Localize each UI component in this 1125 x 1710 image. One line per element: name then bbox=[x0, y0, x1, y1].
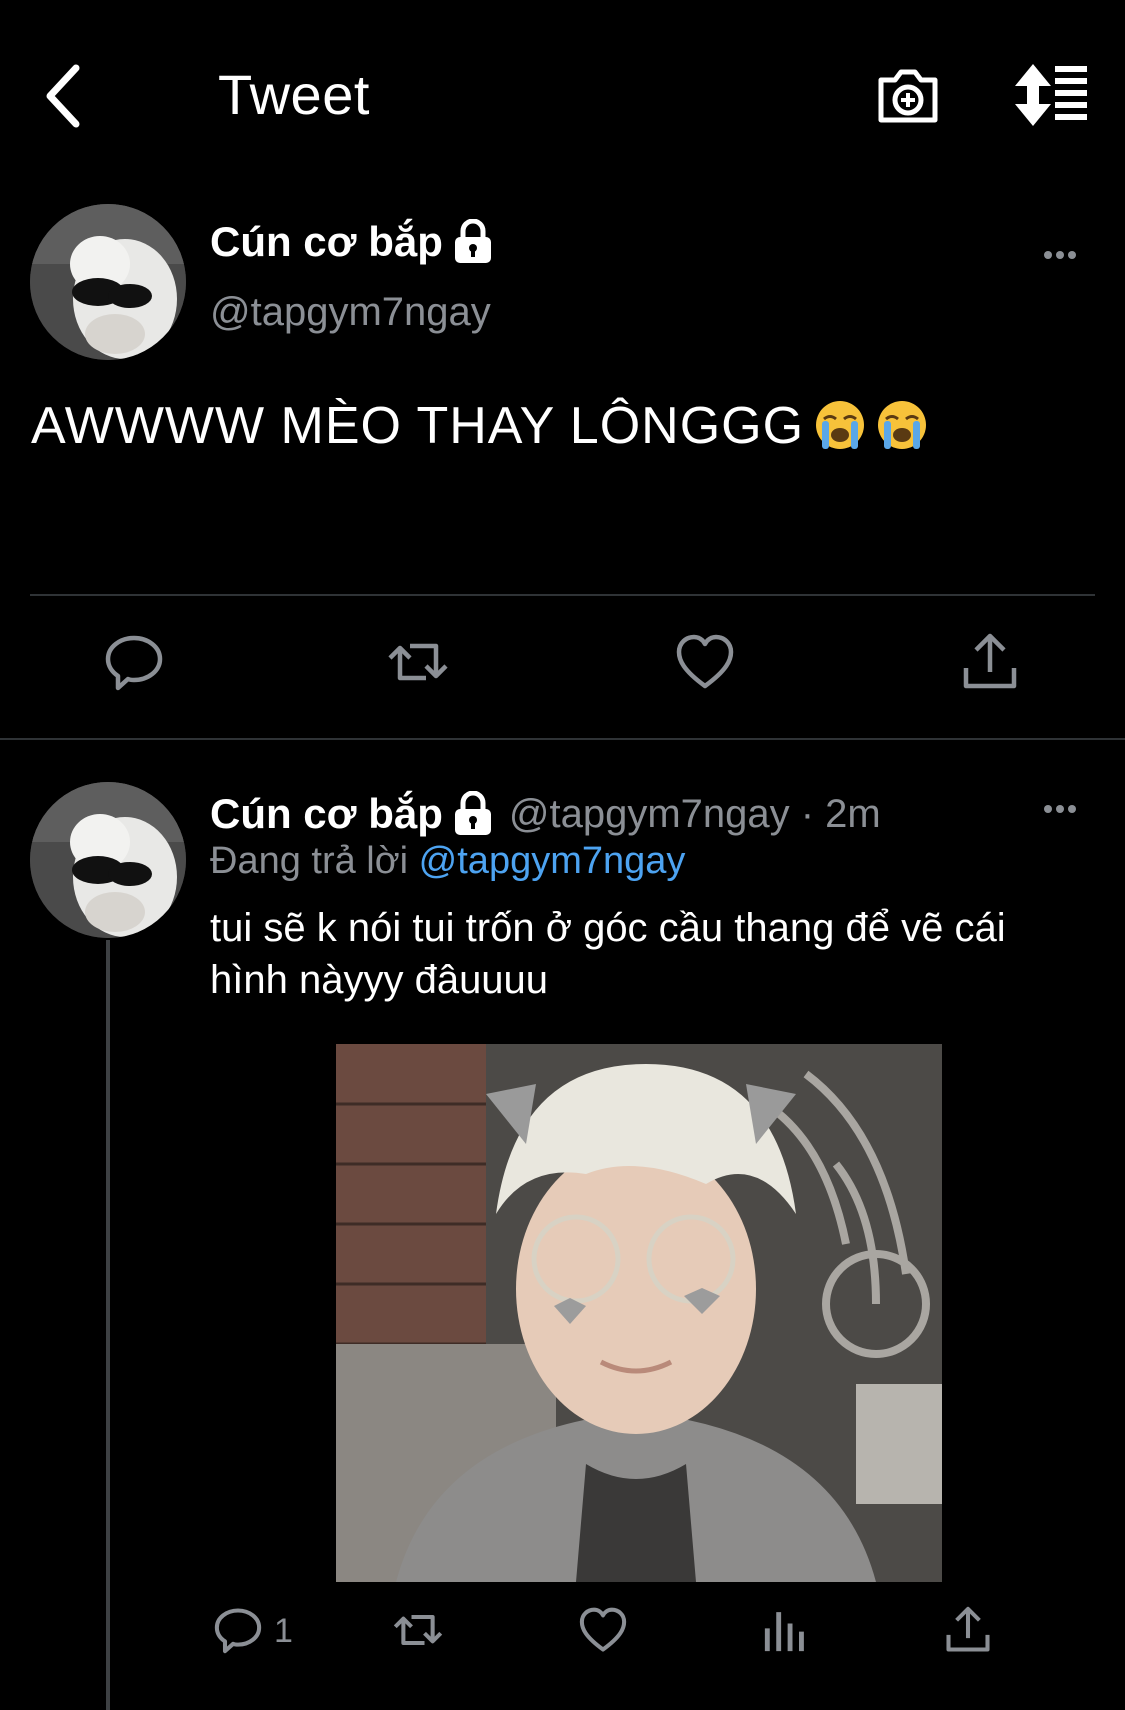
handle-and-time[interactable]: @tapgym7ngay · 2m bbox=[509, 792, 881, 837]
chevron-left-icon bbox=[46, 64, 80, 128]
loudly-crying-emoji-icon bbox=[814, 399, 866, 451]
display-name[interactable]: Cún cơ bắp bbox=[210, 790, 443, 838]
share-button[interactable] bbox=[958, 630, 1022, 694]
sort-toggle-icon bbox=[1015, 64, 1087, 126]
portrait-photo bbox=[336, 1044, 942, 1582]
dot bbox=[1044, 251, 1052, 259]
dot bbox=[1056, 251, 1064, 259]
reply-count: 1 bbox=[274, 1612, 293, 1650]
share-icon bbox=[963, 633, 1017, 689]
tweet-text: AWWWW MÈO THAY LÔNGGG bbox=[31, 396, 928, 456]
tweet-actions bbox=[0, 1604, 1125, 1664]
camera-button[interactable] bbox=[875, 62, 941, 128]
analytics-button[interactable] bbox=[760, 1604, 812, 1656]
sort-button[interactable] bbox=[1015, 62, 1090, 128]
share-icon bbox=[946, 1606, 990, 1652]
display-name[interactable]: Cún cơ bắp bbox=[210, 218, 443, 266]
lock-icon bbox=[454, 791, 491, 835]
avatar[interactable] bbox=[30, 204, 186, 360]
more-options-button[interactable] bbox=[1042, 800, 1082, 820]
top-bar: Tweet bbox=[0, 0, 1125, 190]
author-name-row: Cún cơ bắp bbox=[210, 218, 493, 266]
retweet-button[interactable] bbox=[386, 630, 450, 694]
more-options-button[interactable] bbox=[1042, 246, 1082, 266]
dog-avatar-image bbox=[30, 782, 186, 938]
tweet-text-body: AWWWW MÈO THAY LÔNGGG bbox=[31, 397, 805, 455]
avatar[interactable] bbox=[30, 782, 186, 938]
mention-link[interactable]: @tapgym7ngay bbox=[419, 840, 686, 882]
dog-avatar-image bbox=[30, 204, 186, 360]
reply-button[interactable] bbox=[102, 630, 166, 694]
handle[interactable]: @tapgym7ngay bbox=[210, 290, 491, 335]
like-button[interactable] bbox=[673, 630, 737, 694]
like-button[interactable] bbox=[577, 1604, 629, 1656]
retweet-icon bbox=[393, 1614, 443, 1646]
dot bbox=[1044, 805, 1052, 813]
camera-plus-icon bbox=[878, 69, 938, 123]
dot bbox=[1056, 805, 1064, 813]
replying-prefix: Đang trả lời bbox=[210, 840, 409, 882]
back-button[interactable] bbox=[40, 60, 90, 132]
reply-button[interactable] bbox=[212, 1604, 264, 1656]
dot bbox=[1068, 805, 1076, 813]
tweet-text: tui sẽ k nói tui trốn ở góc cầu thang để… bbox=[210, 906, 1006, 1002]
retweet-icon bbox=[388, 643, 448, 681]
share-button[interactable] bbox=[942, 1604, 994, 1656]
author-name-row: Cún cơ bắp @tapgym7ngay · 2m bbox=[210, 790, 881, 838]
tweet-media-image[interactable] bbox=[336, 1044, 942, 1582]
tweet-actions bbox=[0, 630, 1125, 700]
divider bbox=[30, 594, 1095, 596]
analytics-icon bbox=[764, 1612, 804, 1652]
like-icon bbox=[676, 634, 734, 689]
retweet-button[interactable] bbox=[392, 1604, 444, 1656]
divider bbox=[0, 738, 1125, 740]
like-icon bbox=[579, 1607, 627, 1652]
dot bbox=[1068, 251, 1076, 259]
thread-line bbox=[106, 940, 110, 1710]
page-title: Tweet bbox=[218, 63, 370, 126]
reply-icon bbox=[105, 635, 163, 691]
loudly-crying-emoji-icon bbox=[876, 399, 928, 451]
replying-to: Đang trả lời @tapgym7ngay bbox=[210, 840, 685, 883]
reply-icon bbox=[214, 1608, 262, 1654]
lock-icon bbox=[454, 219, 491, 263]
